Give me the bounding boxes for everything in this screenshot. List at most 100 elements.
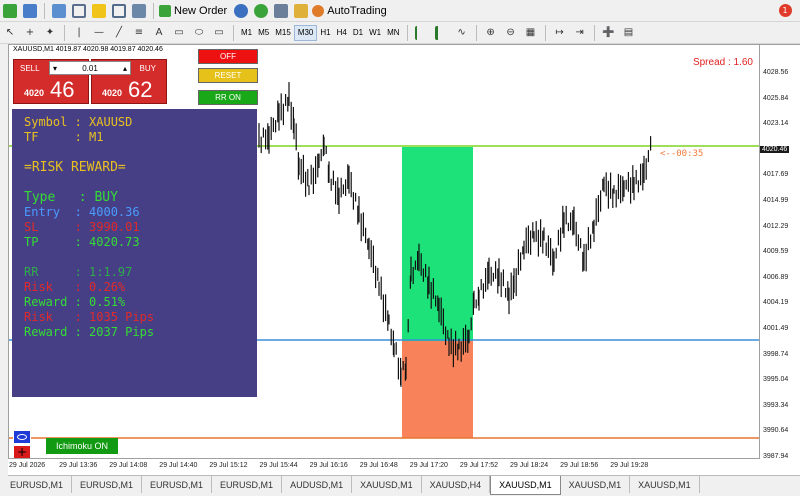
objects-icon[interactable]: ✦ <box>41 24 59 42</box>
time-label: 29 Jul 16:48 <box>359 462 398 469</box>
info-reward-pct: Reward : 0.51% <box>24 295 126 309</box>
tp-zone <box>402 147 473 341</box>
tester-icon[interactable] <box>130 2 148 20</box>
time-label: 29 Jul 18:24 <box>510 462 549 469</box>
horizontal-line-icon[interactable]: — <box>90 24 108 42</box>
chart-tab[interactable]: EURUSD,M1 <box>212 476 283 493</box>
navigator-icon[interactable] <box>90 2 108 20</box>
candle-timer: <--00:35 <box>660 149 704 159</box>
profiles-icon[interactable] <box>21 2 39 20</box>
sell-price-small: 4020 <box>24 88 45 98</box>
chart-tab[interactable]: XAUUSD,M1 <box>490 476 561 495</box>
lot-size-input[interactable]: ▾ 0.01 ▴ <box>49 61 131 75</box>
time-label: 29 Jul 14:08 <box>109 462 148 469</box>
data-window-icon[interactable] <box>70 2 88 20</box>
crosshair-icon[interactable]: + <box>21 24 39 42</box>
autotrading-label: AutoTrading <box>327 4 387 17</box>
buy-price-big: 62 <box>128 77 153 102</box>
add-button[interactable]: + <box>13 445 31 458</box>
timeframe-m30[interactable]: M30 <box>293 24 318 41</box>
price-label: 4025.84 <box>763 94 789 102</box>
timeframe-m1[interactable]: M1 <box>238 25 255 41</box>
sell-label: SELL <box>20 64 40 73</box>
chart-tab[interactable]: EURUSD,M1 <box>72 476 143 493</box>
indicators-icon[interactable]: ➕ <box>600 24 618 42</box>
time-label: 29 Jul 18:56 <box>560 462 599 469</box>
vertical-line-icon[interactable]: | <box>70 24 88 42</box>
lot-increase-icon[interactable]: ▴ <box>123 64 127 73</box>
ichimoku-toggle-button[interactable]: Ichimoku ON <box>46 438 118 454</box>
timeframe-h4[interactable]: H4 <box>334 25 350 41</box>
time-axis: 29 Jul 2026 29 Jul 13:36 29 Jul 14:08 29 Ju… <box>8 459 800 476</box>
reset-button[interactable]: RESET <box>198 68 258 83</box>
autoscroll-icon[interactable]: ↦ <box>551 24 569 42</box>
cursor-icon[interactable]: ↖ <box>1 24 19 42</box>
timeframe-mn[interactable]: MN <box>384 25 402 41</box>
text-icon[interactable]: A <box>150 24 168 42</box>
chart-shift-icon[interactable]: ⇥ <box>571 24 589 42</box>
tile-windows-icon[interactable]: ▦ <box>522 24 540 42</box>
chart-tab[interactable]: XAUUSD,H4 <box>422 476 491 493</box>
line-chart-icon[interactable]: ∿ <box>453 24 471 42</box>
timeframe-h1[interactable]: H1 <box>317 25 333 41</box>
chart-tab[interactable]: EURUSD,M1 <box>142 476 213 493</box>
info-tp: TP : 4020.73 <box>24 235 140 249</box>
time-label: 29 Jul 15:44 <box>259 462 298 469</box>
price-label: 4014.99 <box>763 197 789 204</box>
buy-label: BUY <box>139 64 156 73</box>
chart-tab[interactable]: EURUSD,M1 <box>2 476 73 493</box>
one-click-trading-panel: SELL 4020 46 BUY 4020 62 ▾ 0.01 ▴ <box>13 59 167 104</box>
vps-icon[interactable] <box>292 2 310 20</box>
notification-badge: 1 <box>778 4 792 17</box>
notifications-button[interactable]: 1 <box>776 2 794 20</box>
info-rr: RR : 1:1.97 <box>24 265 133 279</box>
new-chart-icon[interactable] <box>1 2 19 20</box>
channel-icon[interactable]: ≡ <box>130 24 148 42</box>
rectangle-icon[interactable]: ▭ <box>210 24 228 42</box>
metaeditor-icon[interactable] <box>232 2 250 20</box>
price-chart[interactable]: XAUUSD,M1 4019.87 4020.98 4019.87 4020.4… <box>8 44 760 459</box>
timeframe-m5[interactable]: M5 <box>255 25 272 41</box>
chart-tab[interactable]: XAUUSD,M1 <box>352 476 422 493</box>
info-timeframe: TF : M1 <box>24 130 104 144</box>
trendline-icon[interactable]: ╱ <box>110 24 128 42</box>
price-label: 4006.89 <box>763 273 789 281</box>
rr-on-button[interactable]: RR ON <box>198 90 258 105</box>
zoom-out-icon[interactable]: ⊖ <box>502 24 520 42</box>
zoom-in-icon[interactable]: ⊕ <box>482 24 500 42</box>
templates-icon[interactable]: ▤ <box>620 24 638 42</box>
price-label: 3993.34 <box>763 401 789 409</box>
toolbar-divider <box>406 24 408 41</box>
market-icon[interactable] <box>272 2 290 20</box>
price-label: 4009.59 <box>763 248 789 256</box>
price-label: 4001.49 <box>763 325 789 332</box>
sell-price-big: 46 <box>50 77 75 102</box>
candlestick-icon[interactable] <box>433 24 451 42</box>
label-icon[interactable]: ▭ <box>170 24 188 42</box>
chart-tab[interactable]: XAUUSD,M1 <box>561 476 631 493</box>
spread-label: Spread : 1.60 <box>692 57 753 68</box>
autotrading-button[interactable]: AutoTrading <box>312 2 390 20</box>
chart-tab[interactable]: AUDUSD,M1 <box>282 476 353 493</box>
new-order-button[interactable]: New Order <box>159 2 230 20</box>
timeframe-d1[interactable]: D1 <box>350 25 366 41</box>
eye-toggle-button[interactable] <box>13 430 31 444</box>
terminal-icon[interactable] <box>110 2 128 20</box>
toolbar-divider <box>233 24 234 41</box>
time-label: 29 Jul 13:36 <box>59 462 98 469</box>
lot-value: 0.01 <box>82 63 98 73</box>
toolbar-divider <box>593 24 595 41</box>
time-label: 29 Jul 14:40 <box>159 462 198 469</box>
bar-chart-icon[interactable] <box>413 24 431 42</box>
market-watch-icon[interactable] <box>50 2 68 20</box>
timeframe-w1[interactable]: W1 <box>366 25 384 41</box>
lot-decrease-icon[interactable]: ▾ <box>53 64 57 73</box>
ellipse-icon[interactable]: ⬭ <box>190 24 208 42</box>
price-label: 4020.46 <box>760 145 790 153</box>
timeframe-m15[interactable]: M15 <box>272 25 294 41</box>
chart-tab[interactable]: XAUUSD,M1 <box>630 476 700 493</box>
autotrading-icon <box>312 4 325 17</box>
off-button[interactable]: OFF <box>198 49 258 64</box>
signals-icon[interactable] <box>252 2 270 20</box>
price-axis: 4028.56 4025.84 4023.14 4020.46 4017.69 4014.… <box>760 44 800 460</box>
